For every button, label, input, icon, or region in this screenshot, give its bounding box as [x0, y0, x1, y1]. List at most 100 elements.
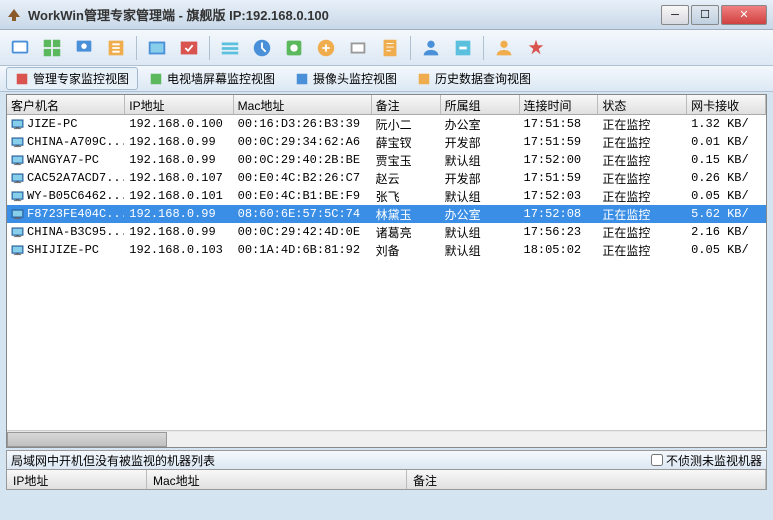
toolbar-btn-1[interactable] [6, 34, 34, 62]
table-cell: WY-B05C6462... [7, 188, 125, 204]
table-cell: JIZE-PC [7, 116, 125, 132]
table-cell: 00:1A:4D:6B:81:92 [234, 242, 372, 258]
table-cell: 1.32 KB/ [687, 116, 766, 132]
column-header[interactable]: 备注 [372, 95, 441, 114]
bottom-label: 局域网中开机但没有被监视的机器列表 [11, 452, 651, 469]
column-header[interactable]: 网卡接收 [687, 95, 766, 114]
table-cell: 17:51:59 [520, 134, 599, 150]
table-cell: 192.168.0.99 [125, 134, 233, 150]
table-cell: 诸葛亮 [372, 223, 441, 242]
table-cell: 0.05 KB/ [687, 242, 766, 258]
table-cell: 开发部 [441, 133, 520, 152]
bottom-column-header[interactable]: Mac地址 [147, 470, 407, 489]
table-row[interactable]: CAC52A7ACD7...192.168.0.10700:E0:4C:B2:2… [7, 169, 766, 187]
table-row[interactable]: JIZE-PC192.168.0.10000:16:D3:26:B3:39阮小二… [7, 115, 766, 133]
view-tab-2[interactable]: 摄像头监控视图 [286, 67, 406, 90]
toolbar-btn-3[interactable] [70, 34, 98, 62]
table-row[interactable]: SHIJIZE-PC192.168.0.10300:1A:4D:6B:81:92… [7, 241, 766, 259]
table-cell: 正在监控 [598, 241, 687, 260]
table-cell: 0.05 KB/ [687, 188, 766, 204]
client-table: 客户机名IP地址Mac地址备注所属组连接时间状态网卡接收 JIZE-PC192.… [6, 94, 767, 448]
table-row[interactable]: F8723FE404C...192.168.0.9908:60:6E:57:5C… [7, 205, 766, 223]
table-cell: 正在监控 [598, 205, 687, 224]
toolbar-btn-12[interactable] [376, 34, 404, 62]
table-cell: 192.168.0.99 [125, 206, 233, 222]
table-cell: 办公室 [441, 115, 520, 134]
table-cell: 17:51:58 [520, 116, 599, 132]
horizontal-scrollbar[interactable] [7, 430, 766, 447]
toolbar-btn-2[interactable] [38, 34, 66, 62]
pc-icon [11, 191, 24, 202]
table-cell: 192.168.0.107 [125, 170, 233, 186]
toolbar-btn-14[interactable] [449, 34, 477, 62]
table-cell: 0.01 KB/ [687, 134, 766, 150]
table-cell: 192.168.0.103 [125, 242, 233, 258]
table-row[interactable]: CHINA-B3C95...192.168.0.9900:0C:29:42:4D… [7, 223, 766, 241]
pc-icon [11, 245, 24, 256]
table-cell: CAC52A7ACD7... [7, 170, 125, 186]
detect-checkbox[interactable]: 不侦测未监视机器 [651, 452, 762, 469]
bottom-column-header[interactable]: IP地址 [7, 470, 147, 489]
table-cell: 00:0C:29:40:2B:BE [234, 152, 372, 168]
toolbar-btn-11[interactable] [344, 34, 372, 62]
column-header[interactable]: 客户机名 [7, 95, 125, 114]
table-cell: 00:E0:4C:B1:BE:F9 [234, 188, 372, 204]
table-cell: 贾宝玉 [372, 151, 441, 170]
table-cell: 00:0C:29:34:62:A6 [234, 134, 372, 150]
table-cell: 17:52:00 [520, 152, 599, 168]
minimize-button[interactable]: ─ [661, 5, 689, 25]
table-cell: 薛宝钗 [372, 133, 441, 152]
titlebar: WorkWin管理专家管理端 - 旗舰版 IP:192.168.0.100 ─ … [0, 0, 773, 30]
table-row[interactable]: WY-B05C6462...192.168.0.10100:E0:4C:B1:B… [7, 187, 766, 205]
table-row[interactable]: WANGYA7-PC192.168.0.9900:0C:29:40:2B:BE贾… [7, 151, 766, 169]
table-cell: 00:16:D3:26:B3:39 [234, 116, 372, 132]
table-cell: 默认组 [441, 241, 520, 260]
column-header[interactable]: IP地址 [125, 95, 233, 114]
pc-icon [11, 119, 24, 130]
pc-icon [11, 155, 24, 166]
table-cell: 阮小二 [372, 115, 441, 134]
toolbar-btn-16[interactable] [522, 34, 550, 62]
close-button[interactable]: ✕ [721, 5, 767, 25]
toolbar-btn-8[interactable] [248, 34, 276, 62]
toolbar-btn-13[interactable] [417, 34, 445, 62]
tab-icon [295, 72, 309, 86]
table-cell: 正在监控 [598, 133, 687, 152]
column-header[interactable]: 连接时间 [520, 95, 599, 114]
table-row[interactable]: CHINA-A709C...192.168.0.9900:0C:29:34:62… [7, 133, 766, 151]
table-body: JIZE-PC192.168.0.10000:16:D3:26:B3:39阮小二… [7, 115, 766, 430]
view-tab-3[interactable]: 历史数据查询视图 [408, 67, 540, 90]
toolbar-btn-15[interactable] [490, 34, 518, 62]
view-tab-1[interactable]: 电视墙屏幕监控视图 [140, 67, 284, 90]
toolbar-btn-5[interactable] [143, 34, 171, 62]
bottom-column-header[interactable]: 备注 [407, 470, 766, 489]
table-cell: 林黛玉 [372, 205, 441, 224]
tab-icon [149, 72, 163, 86]
toolbar-btn-4[interactable] [102, 34, 130, 62]
table-cell: 正在监控 [598, 169, 687, 188]
bottom-panel: 局域网中开机但没有被监视的机器列表 不侦测未监视机器 IP地址Mac地址备注 [6, 450, 767, 490]
tab-icon [417, 72, 431, 86]
table-cell: 默认组 [441, 223, 520, 242]
toolbar-btn-7[interactable] [216, 34, 244, 62]
table-cell: 0.26 KB/ [687, 170, 766, 186]
column-header[interactable]: 状态 [598, 95, 687, 114]
view-tabs: 管理专家监控视图电视墙屏幕监控视图摄像头监控视图历史数据查询视图 [0, 66, 773, 92]
table-cell: 赵云 [372, 169, 441, 188]
app-icon [6, 7, 22, 23]
table-cell: 17:56:23 [520, 224, 599, 240]
table-cell: 张飞 [372, 187, 441, 206]
table-cell: 00:E0:4C:B2:26:C7 [234, 170, 372, 186]
column-header[interactable]: Mac地址 [234, 95, 372, 114]
column-header[interactable]: 所属组 [441, 95, 520, 114]
table-cell: 17:52:03 [520, 188, 599, 204]
table-cell: 2.16 KB/ [687, 224, 766, 240]
view-tab-0[interactable]: 管理专家监控视图 [6, 67, 138, 90]
table-cell: 正在监控 [598, 115, 687, 134]
table-cell: 192.168.0.99 [125, 224, 233, 240]
toolbar-btn-6[interactable] [175, 34, 203, 62]
toolbar-btn-9[interactable] [280, 34, 308, 62]
scroll-thumb[interactable] [7, 432, 167, 447]
maximize-button[interactable]: ☐ [691, 5, 719, 25]
toolbar-btn-10[interactable] [312, 34, 340, 62]
